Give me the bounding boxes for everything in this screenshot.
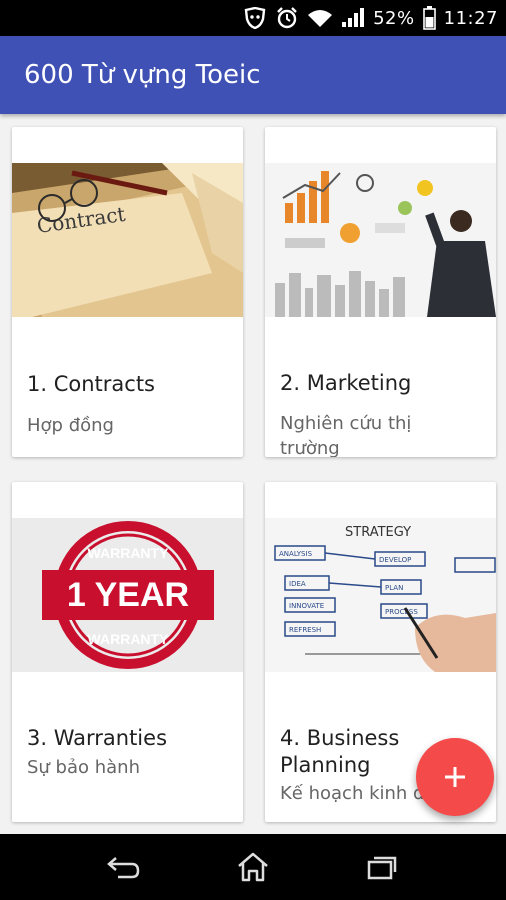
flow-box-refresh: REFRESH xyxy=(289,626,321,634)
contract-document-image: Contract xyxy=(12,163,243,317)
lesson-title: 2. Marketing xyxy=(280,371,412,395)
navigation-bar xyxy=(0,834,506,900)
stamp-bottom-text: WARRANTY xyxy=(88,631,170,647)
wifi-icon xyxy=(307,6,333,30)
battery-icon xyxy=(422,6,436,30)
add-icon xyxy=(445,767,465,787)
stamp-top-text: WARRANTY xyxy=(88,545,170,561)
flow-box-innovate: INNOVATE xyxy=(289,602,324,610)
lesson-card-marketing[interactable]: 2. Marketing Nghiên cứu thị trường xyxy=(265,127,496,457)
lesson-card-contracts[interactable]: Contract 1. Contracts Hợp đồng xyxy=(12,127,243,457)
flow-box-plan: PLAN xyxy=(385,584,403,592)
lesson-title: 3. Warranties xyxy=(27,726,168,750)
app-title: 600 Từ vựng Toeic xyxy=(24,60,261,90)
lesson-card-warranties[interactable]: 1 YEAR WARRANTY WARRANTY 3. Warranties S… xyxy=(12,482,243,822)
strategy-header-text: STRATEGY xyxy=(345,525,411,540)
flow-box-process: PROCESS xyxy=(385,608,418,616)
status-bar: 52% 11:27 xyxy=(0,0,506,36)
lesson-subtitle: Hợp đồng xyxy=(27,415,114,436)
back-button[interactable] xyxy=(94,842,154,892)
add-button[interactable] xyxy=(416,738,494,816)
lesson-subtitle: Nghiên cứu thị trường xyxy=(280,413,412,457)
lesson-subtitle: Sự bảo hành xyxy=(27,757,141,778)
recent-apps-icon xyxy=(367,856,396,880)
flow-box-idea: IDEA xyxy=(289,580,306,588)
clock: 11:27 xyxy=(443,7,498,29)
battery-percent: 52% xyxy=(373,7,415,29)
lesson-title: 4. Business Planning xyxy=(280,726,400,777)
flow-box-develop: DEVELOP xyxy=(379,556,411,564)
home-button[interactable] xyxy=(223,842,283,892)
recent-apps-button[interactable] xyxy=(352,842,412,892)
marketing-whiteboard-image xyxy=(265,163,496,317)
home-icon xyxy=(238,852,268,882)
strategy-flowchart-image: STRATEGY ANALYSIS DEVELOP IDEA INNOVATE … xyxy=(265,518,496,672)
lesson-grid: Contract 1. Contracts Hợp đồng 2. Market… xyxy=(0,114,506,834)
lesson-title: 1. Contracts xyxy=(27,372,155,396)
signal-icon xyxy=(341,6,365,30)
stamp-middle-text: 1 YEAR xyxy=(67,576,189,614)
flow-box-analysis: ANALYSIS xyxy=(279,550,313,558)
app-bar: 600 Từ vựng Toeic xyxy=(0,36,506,114)
warranty-stamp-image: 1 YEAR WARRANTY WARRANTY xyxy=(12,518,243,672)
alarm-icon xyxy=(275,6,299,30)
back-icon xyxy=(107,857,140,879)
shield-notification-icon xyxy=(243,6,267,30)
